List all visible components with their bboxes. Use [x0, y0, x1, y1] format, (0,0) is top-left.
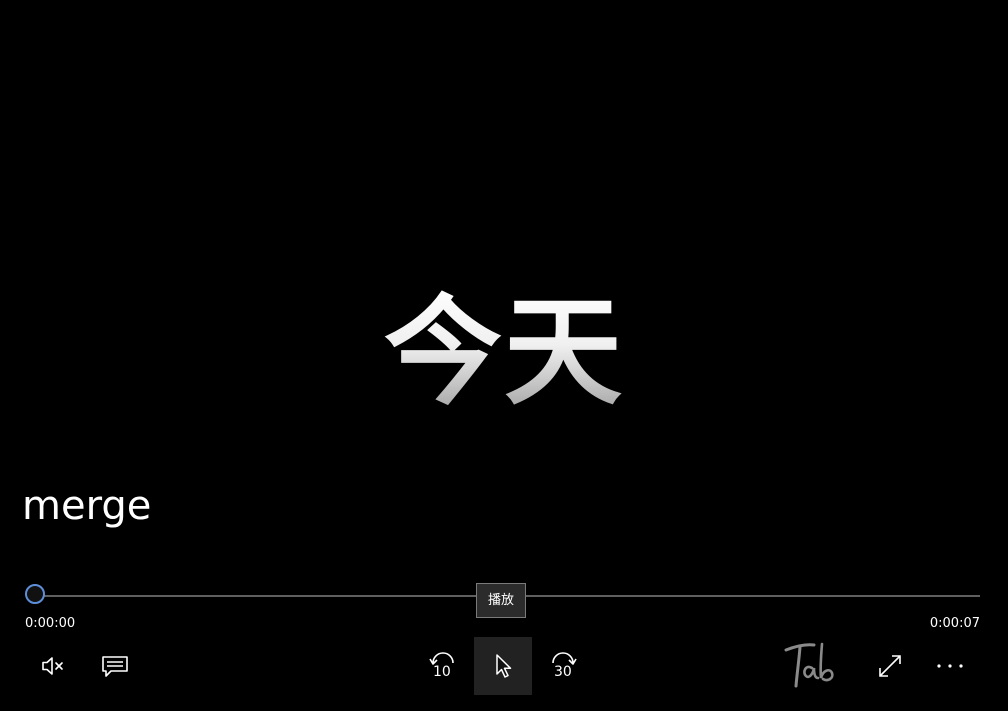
- play-icon: [496, 654, 512, 678]
- video-caption: 今天: [0, 282, 1008, 422]
- mute-button[interactable]: [24, 637, 82, 695]
- elapsed-time: 0:00:00: [25, 616, 76, 631]
- fullscreen-button[interactable]: [861, 637, 919, 695]
- total-time: 0:00:07: [929, 616, 980, 631]
- play-button[interactable]: [474, 637, 532, 695]
- fullscreen-icon: [879, 655, 901, 677]
- subtitles-button[interactable]: [86, 637, 144, 695]
- skip-back-seconds: 10: [433, 664, 451, 680]
- more-options-icon: [937, 664, 963, 668]
- seek-thumb[interactable]: [25, 584, 45, 604]
- play-tooltip: 播放: [476, 583, 526, 618]
- more-options-button[interactable]: [921, 637, 979, 695]
- skip-forward-button[interactable]: 30: [534, 637, 592, 695]
- volume-muted-icon: [42, 657, 63, 675]
- subtitles-icon: [102, 656, 128, 677]
- handwritten-watermark-logo: [784, 642, 834, 688]
- media-title: merge: [22, 483, 152, 529]
- skip-back-button[interactable]: 10: [414, 637, 472, 695]
- skip-forward-seconds: 30: [554, 664, 572, 680]
